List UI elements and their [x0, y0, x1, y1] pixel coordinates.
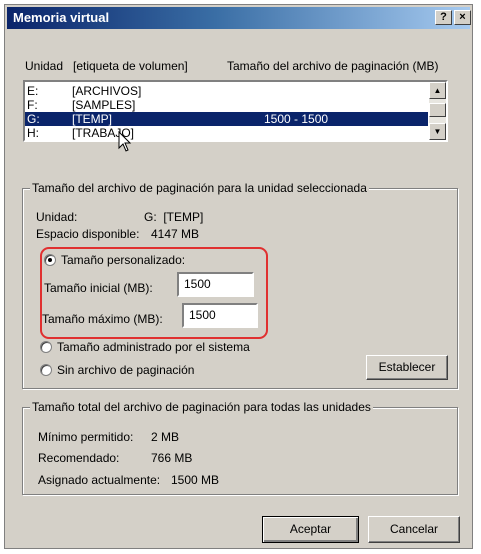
scroll-up-arrow-icon[interactable]: ▲ [429, 82, 446, 99]
system-managed-label[interactable]: Tamaño administrado por el sistema [57, 340, 250, 354]
virtual-memory-dialog: Memoria virtual ? × Unidad [etiqueta de … [4, 4, 473, 549]
window-title: Memoria virtual [13, 10, 110, 25]
drive-letter: F: [27, 98, 38, 112]
drive-paging-size: 1500 - 1500 [264, 112, 329, 126]
set-button[interactable]: Establecer [366, 355, 448, 380]
drive-label-caption: Unidad: [36, 210, 78, 224]
recommended-value: 766 MB [151, 451, 193, 465]
recommended-caption: Recomendado: [38, 451, 120, 465]
help-button[interactable]: ? [435, 10, 452, 25]
drive-letter: E: [27, 84, 39, 98]
cancel-button[interactable]: Cancelar [368, 516, 460, 543]
drive-label: [SAMPLES] [72, 98, 136, 112]
close-button[interactable]: × [454, 10, 471, 25]
max-size-caption: Tamaño máximo (MB): [42, 312, 163, 326]
drive-value: G: [TEMP] [144, 210, 204, 224]
scroll-thumb[interactable] [429, 103, 446, 117]
no-paging-label[interactable]: Sin archivo de paginación [57, 363, 194, 377]
system-managed-radio[interactable] [40, 341, 52, 353]
totals-group-title: Tamaño total del archivo de paginación p… [30, 400, 373, 414]
no-paging-radio[interactable] [40, 364, 52, 376]
drive-label: [ARCHIVOS] [72, 84, 142, 98]
custom-size-label[interactable]: Tamaño personalizado: [61, 253, 185, 267]
drive-row[interactable]: F: [SAMPLES] [25, 98, 428, 112]
custom-size-radio[interactable] [44, 254, 56, 266]
allocated-caption: Asignado actualmente: [38, 473, 161, 487]
title-bar: Memoria virtual ? × [7, 7, 471, 29]
ok-button[interactable]: Aceptar [262, 516, 359, 543]
mouse-pointer-icon [118, 131, 132, 152]
header-paging-size: Tamaño del archivo de paginación (MB) [227, 59, 439, 73]
drive-row-selected[interactable]: G: [TEMP] 1500 - 1500 [25, 112, 428, 126]
drive-row[interactable]: E: [ARCHIVOS] [25, 84, 428, 98]
drive-list-scrollbar[interactable]: ▲ ▼ [429, 82, 446, 140]
space-available-value: 4147 MB [151, 227, 200, 241]
header-volume-label: [etiqueta de volumen] [73, 59, 188, 73]
drive-letter: H: [27, 126, 39, 140]
initial-size-input[interactable]: 1500 [177, 272, 254, 297]
drive-letter: G: [27, 112, 40, 126]
header-drive: Unidad [25, 59, 64, 73]
allocated-value: 1500 MB [171, 473, 220, 487]
drive-label: [TEMP] [72, 112, 113, 126]
initial-size-caption: Tamaño inicial (MB): [44, 281, 153, 295]
min-allowed-value: 2 MB [151, 430, 180, 444]
scroll-down-arrow-icon[interactable]: ▼ [429, 123, 446, 140]
selected-drive-group-title: Tamaño del archivo de paginación para la… [30, 181, 369, 195]
min-allowed-caption: Mínimo permitido: [38, 430, 134, 444]
drive-row[interactable]: H: [TRABAJO] [25, 126, 428, 140]
space-available-caption: Espacio disponible: [36, 227, 140, 241]
drive-list[interactable]: E: [ARCHIVOS] F: [SAMPLES] G: [TEMP] 150… [23, 80, 448, 142]
max-size-input[interactable]: 1500 [182, 303, 258, 328]
